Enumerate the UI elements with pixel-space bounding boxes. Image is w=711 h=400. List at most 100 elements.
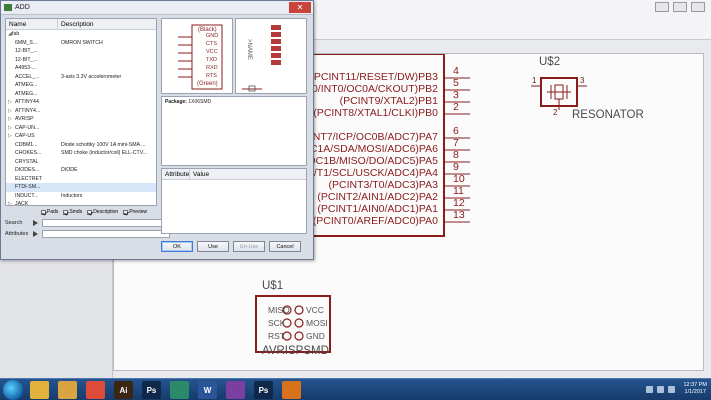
library-item[interactable]: ACCEL_... 3-axis 3.3V accelerometer <box>6 73 156 82</box>
avrisp-right-pin-label: MOSI <box>306 318 328 328</box>
add-part-dialog: ADD ✕ Name Description ◢ fab 6MM_S... OMRON… <box>0 0 314 260</box>
resonator-designator: U$2 <box>539 56 561 68</box>
checkbox-box[interactable] <box>87 210 93 215</box>
symbol-pin-label: RTS <box>206 73 217 79</box>
library-item-name: 12-BIT_... <box>6 56 58 65</box>
library-item-description <box>58 115 156 124</box>
library-item-label: CAP-UN... <box>15 124 40 131</box>
value-column-header[interactable]: Value <box>190 169 209 179</box>
use-button[interactable]: Use <box>197 241 229 252</box>
taskbar-app-rainbow-icon[interactable] <box>226 381 245 399</box>
name-column-header[interactable]: Name <box>6 19 58 29</box>
library-item-description <box>58 90 156 99</box>
package-pad <box>271 25 281 30</box>
tray-volume-icon[interactable] <box>668 385 676 393</box>
taskbar-eagle-icon[interactable] <box>282 381 301 399</box>
cancel-button[interactable]: Cancel <box>269 241 301 252</box>
library-item-name: ▷ ATTINY4... <box>6 107 58 116</box>
library-item-name: ATMEG... <box>6 81 58 90</box>
attributes-flag-icon <box>33 231 38 237</box>
unuse-button[interactable]: Un-Use <box>233 241 265 252</box>
library-item[interactable]: 12-BIT_... <box>6 56 156 65</box>
library-item[interactable]: INDUCT... Inductors <box>6 192 156 201</box>
maximize-button[interactable] <box>673 2 687 12</box>
library-item[interactable]: ▷ CAP-UN... <box>6 124 156 133</box>
mcu-pin-label: (PCINT3/T0/ADC3)PA3 <box>328 179 439 191</box>
library-item[interactable]: CRYSTAL <box>6 158 156 167</box>
checkbox-box[interactable] <box>41 210 46 215</box>
library-item-label: 12-BIT_... <box>15 48 38 54</box>
library-item-label: fab <box>12 31 20 37</box>
library-item[interactable]: ▷ ATTINY4... <box>6 107 156 116</box>
dialog-titlebar[interactable]: ADD ✕ <box>1 1 313 15</box>
library-item-label: INDUCT... <box>15 192 39 199</box>
mcu-pin-number: 12 <box>453 197 465 209</box>
filter-pads-checkbox[interactable]: Pads <box>41 209 58 216</box>
start-button[interactable] <box>3 380 23 400</box>
library-item[interactable]: FTDI-SM... <box>6 183 156 192</box>
ok-button[interactable]: OK <box>161 241 193 252</box>
checkbox-box[interactable] <box>63 210 69 215</box>
library-item[interactable]: A4953-... <box>6 64 156 73</box>
expand-arrow-icon[interactable]: ▷ <box>8 124 12 133</box>
attribute-table[interactable]: Attribute Value <box>161 168 307 234</box>
library-item-label: ATMEG... <box>15 82 38 88</box>
dialog-close-button[interactable]: ✕ <box>289 2 311 13</box>
taskbar-file-explorer-icon[interactable] <box>30 381 49 399</box>
mcu-pin-number: 2 <box>453 101 459 113</box>
search-input[interactable] <box>42 219 170 227</box>
library-item-label: CDBM1... <box>15 141 38 148</box>
mcu-pin-number: 6 <box>453 125 459 137</box>
close-button[interactable] <box>691 2 705 12</box>
library-item[interactable]: ◢ fab <box>6 30 156 39</box>
expand-arrow-icon[interactable]: ▷ <box>8 98 12 107</box>
library-list[interactable]: Name Description ◢ fab 6MM_S... OMRON SWITC… <box>5 18 157 206</box>
library-item-label: CHOKES... <box>15 150 42 156</box>
description-column-header[interactable]: Description <box>58 19 94 29</box>
library-item[interactable]: ▷ AVRISP <box>6 115 156 124</box>
taskbar-photoshop-icon[interactable]: Ps <box>142 381 161 399</box>
library-item[interactable]: ELECTRET <box>6 175 156 184</box>
symbol-pin-label: RXD <box>206 65 218 71</box>
taskbar-app-green-icon[interactable] <box>170 381 189 399</box>
minimize-button[interactable] <box>655 2 669 12</box>
library-item[interactable]: ▷ CAP-US <box>6 132 156 141</box>
taskbar-illustrator-icon[interactable]: Ai <box>114 381 133 399</box>
filter-preview-checkbox[interactable]: Preview <box>123 209 147 216</box>
taskbar-word-icon[interactable]: W <box>198 381 217 399</box>
taskbar-chrome-icon[interactable] <box>86 381 105 399</box>
search-row: Search <box>5 219 170 227</box>
system-tray: 12:37 PM 1/1/2017 <box>646 382 707 396</box>
library-item[interactable]: CHOKES... SMD choke (inductor/coil) ELL-C… <box>6 149 156 158</box>
clock-date: 1/1/2017 <box>684 389 706 395</box>
tray-network-icon[interactable] <box>657 385 665 393</box>
expand-arrow-icon[interactable]: ▷ <box>8 115 12 124</box>
attribute-column-header[interactable]: Attribute <box>162 169 190 179</box>
library-item[interactable]: 12-BIT_... <box>6 47 156 56</box>
library-item[interactable]: CDBM1... Diode schottky 100V 1A mini-SMA … <box>6 141 156 150</box>
library-item[interactable]: 6MM_S... OMRON SWITCH <box>6 39 156 48</box>
expand-arrow-icon[interactable]: ▷ <box>8 200 12 205</box>
attributes-input[interactable] <box>42 230 170 238</box>
library-item[interactable]: DIODES... DIODE <box>6 166 156 175</box>
library-item-description <box>58 107 156 116</box>
filter-description-checkbox[interactable]: Description <box>87 209 118 216</box>
checkbox-box[interactable] <box>123 210 129 215</box>
mcu-pin-label: /OC1B/MISO/DO/ADC5)PA5 <box>304 155 438 167</box>
expand-arrow-icon[interactable]: ▷ <box>8 107 12 116</box>
package-preview: >NAME <box>235 18 307 94</box>
tray-flag-icon[interactable] <box>646 385 654 393</box>
taskbar-clock[interactable]: 12:37 PM 1/1/2017 <box>683 382 707 396</box>
library-item-name: ▷ AVRISP <box>6 115 58 124</box>
mcu-pin-number: 5 <box>453 77 459 89</box>
filter-smds-checkbox[interactable]: Smds <box>63 209 82 216</box>
library-item[interactable]: ATMEG... <box>6 90 156 99</box>
library-item[interactable]: ATMEG... <box>6 81 156 90</box>
taskbar-folder-icon[interactable] <box>58 381 77 399</box>
expand-arrow-icon[interactable]: ▷ <box>8 132 12 141</box>
library-item[interactable]: ▷ ATTINY44 <box>6 98 156 107</box>
library-item[interactable]: ▷ JACK <box>6 200 156 205</box>
taskbar-photoshop-2-icon[interactable]: Ps <box>254 381 273 399</box>
avrisp-left-pin-label: SCK <box>268 318 286 328</box>
expand-arrow-icon[interactable]: ◢ <box>8 30 12 39</box>
